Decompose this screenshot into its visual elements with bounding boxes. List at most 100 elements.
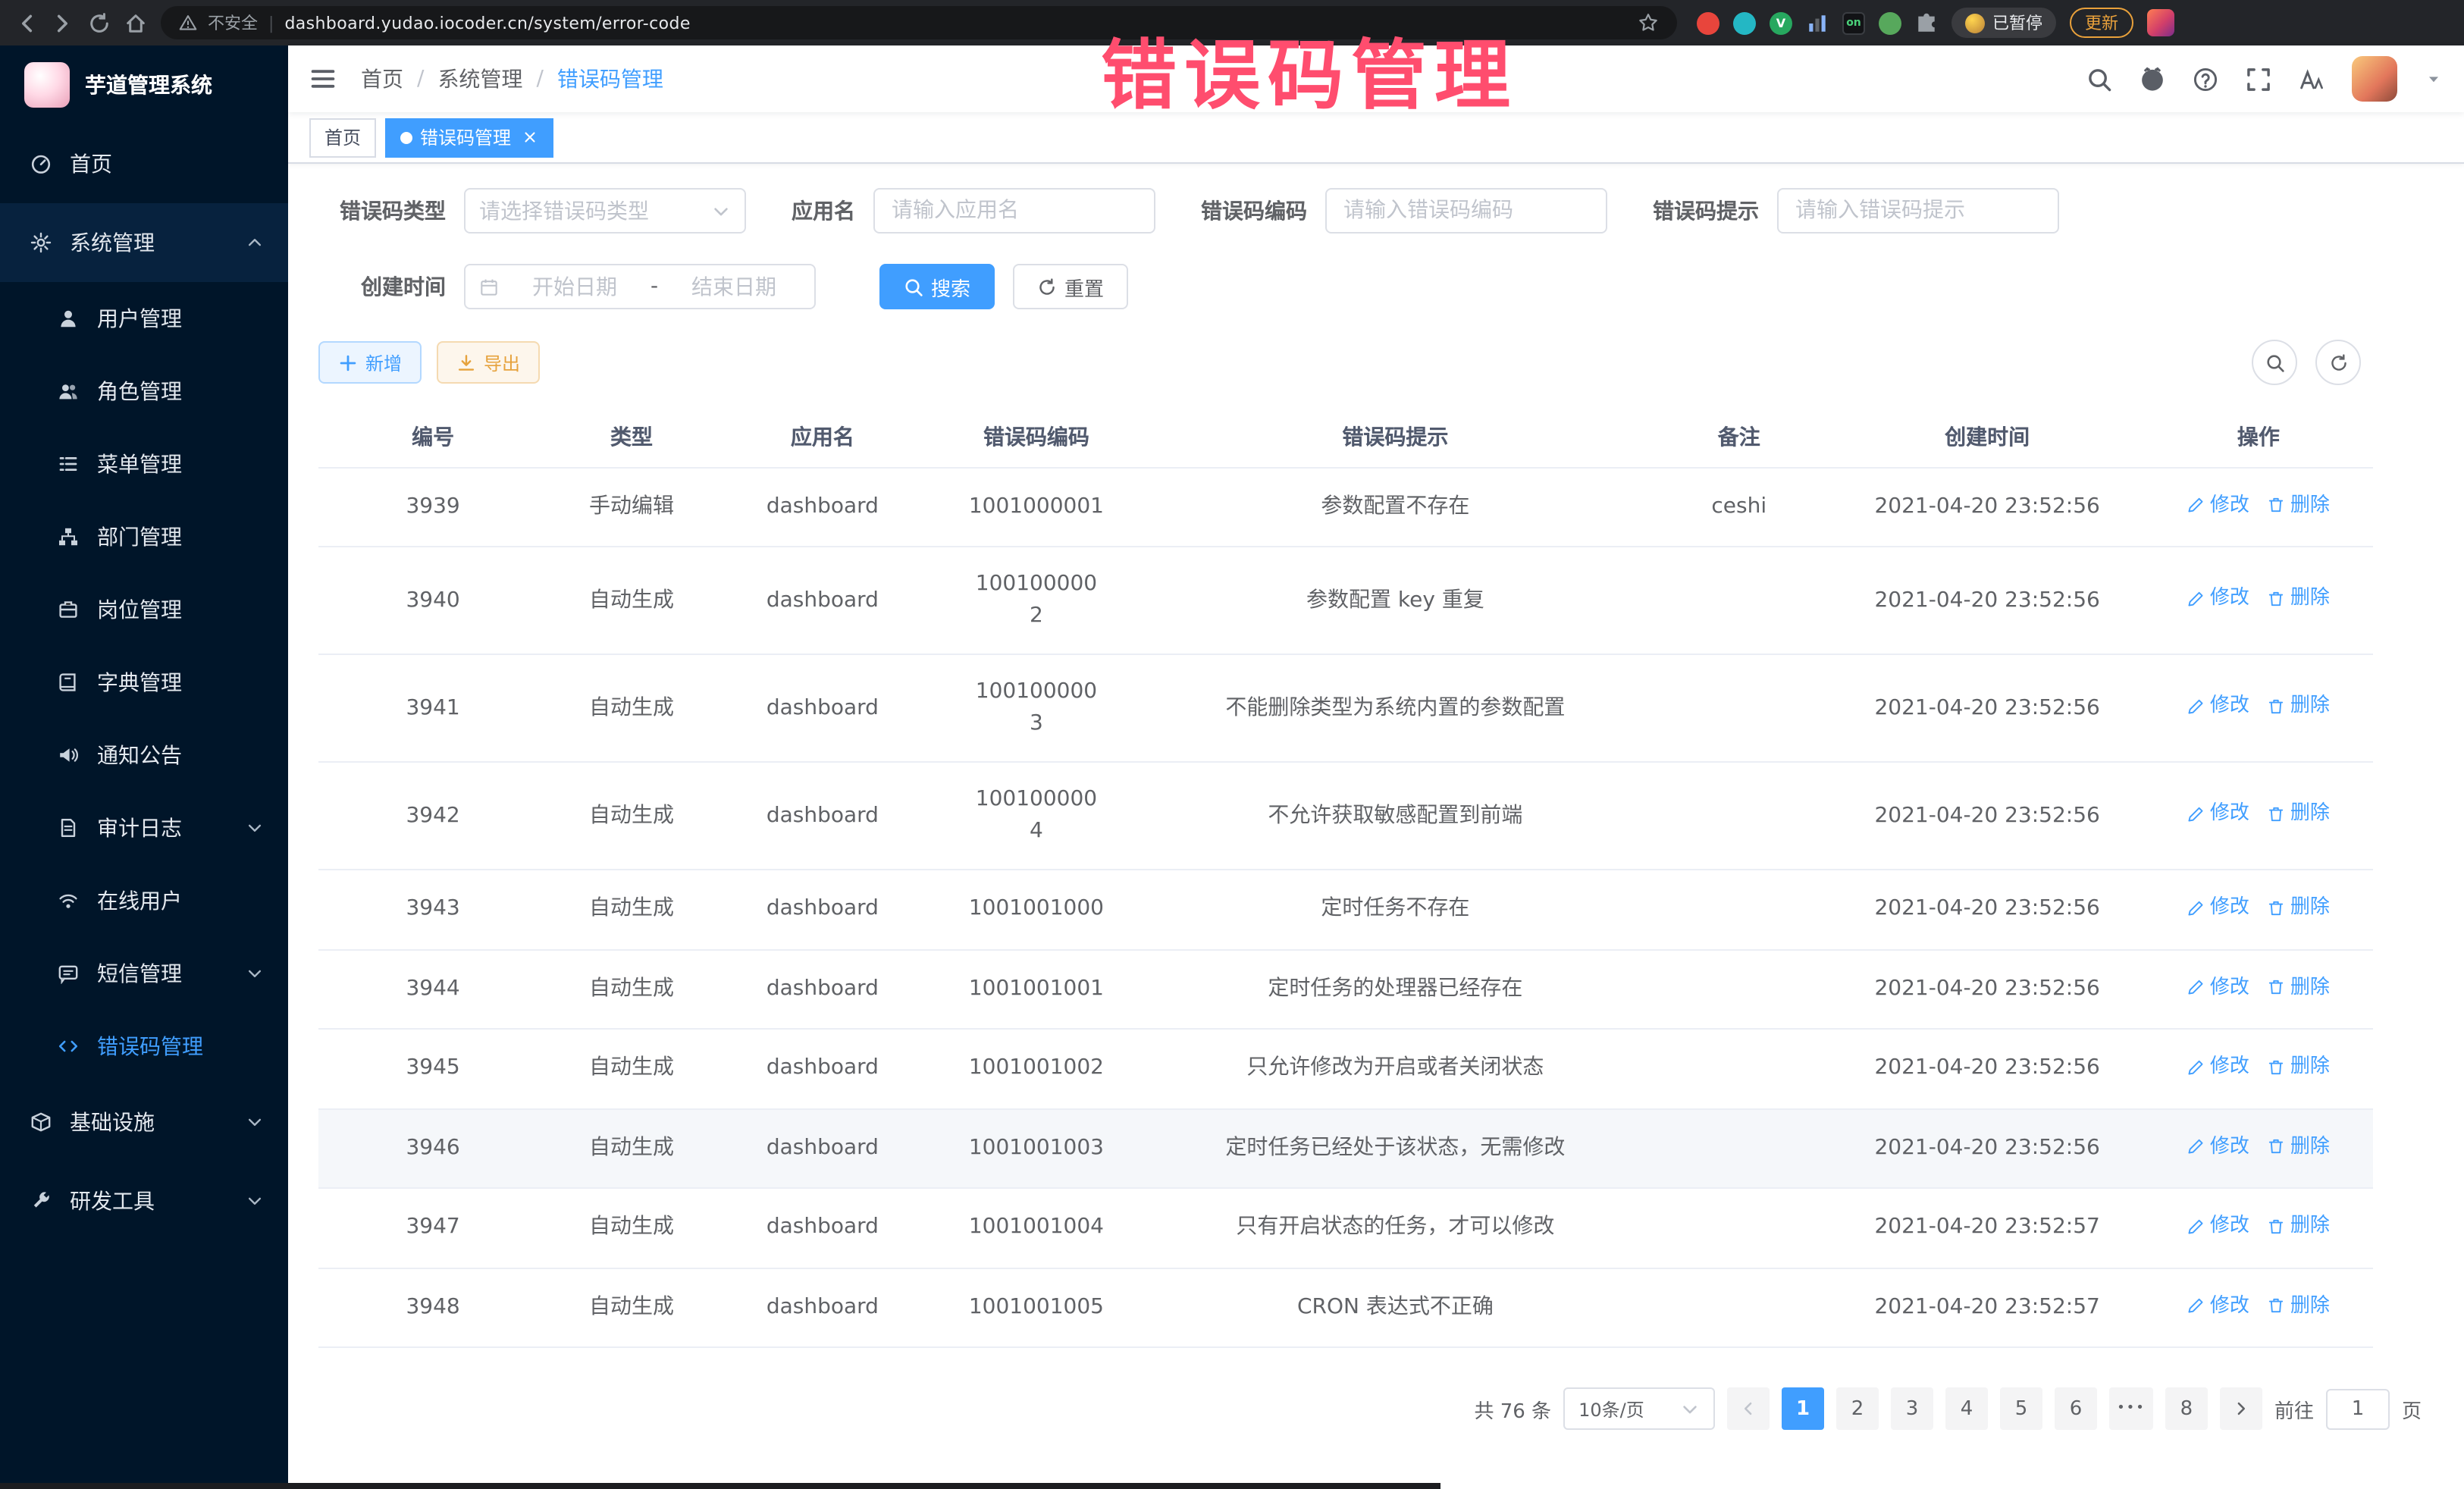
delete-link[interactable]: 删除 (2268, 1051, 2330, 1083)
toggle-search-button[interactable] (2252, 340, 2297, 385)
delete-link[interactable]: 删除 (2268, 691, 2330, 723)
edit-link[interactable]: 修改 (2187, 1051, 2249, 1083)
sidebar-item-role[interactable]: 角色管理 (0, 355, 288, 428)
pagination-more-button[interactable]: ••• (2109, 1387, 2153, 1430)
caret-down-icon[interactable] (2425, 70, 2443, 88)
cell-type: 自动生成 (547, 547, 716, 654)
browser-reload-icon[interactable] (88, 11, 111, 34)
delete-link[interactable]: 删除 (2268, 1130, 2330, 1162)
sidebar-item-user[interactable]: 用户管理 (0, 282, 288, 355)
sidebar-item-dept[interactable]: 部门管理 (0, 500, 288, 573)
app-name-input[interactable] (873, 188, 1155, 234)
delete-link[interactable]: 删除 (2268, 583, 2330, 615)
user-avatar[interactable] (2352, 56, 2397, 102)
add-button[interactable]: 新增 (318, 341, 422, 384)
help-icon[interactable] (2193, 66, 2218, 92)
extension-icon-chart[interactable] (1806, 11, 1829, 34)
search-button[interactable]: 搜索 (879, 264, 995, 309)
page-button-3[interactable]: 3 (1891, 1387, 1933, 1430)
page-button-5[interactable]: 5 (2000, 1387, 2042, 1430)
fullscreen-icon[interactable] (2246, 66, 2271, 92)
refresh-table-button[interactable] (2315, 340, 2361, 385)
error-code-input[interactable] (1325, 188, 1607, 234)
breadcrumb-system[interactable]: 系统管理 (437, 64, 522, 94)
edit-link[interactable]: 修改 (2187, 1290, 2249, 1321)
sidebar-item-post[interactable]: 岗位管理 (0, 573, 288, 646)
reset-button[interactable]: 重置 (1013, 264, 1128, 309)
page-button-2[interactable]: 2 (1836, 1387, 1879, 1430)
github-icon[interactable] (2140, 66, 2165, 92)
tab-error-code[interactable]: 错误码管理 (385, 118, 553, 157)
sidebar-item-label: 岗位管理 (97, 594, 182, 625)
browser-update-button[interactable]: 更新 (2070, 8, 2133, 38)
cell-hint: 只有开启状态的任务，才可以修改 (1143, 1188, 1647, 1268)
edit-link[interactable]: 修改 (2187, 1130, 2249, 1162)
cell-code: 100100000 2 (929, 547, 1143, 654)
extension-icon-red[interactable] (1697, 11, 1719, 34)
sidebar-item-notice[interactable]: 通知公告 (0, 719, 288, 792)
sidebar-item-sms[interactable]: 短信管理 (0, 937, 288, 1010)
edit-link[interactable]: 修改 (2187, 489, 2249, 521)
sidebar-item-dict[interactable]: 字典管理 (0, 646, 288, 719)
column-header: 创建时间 (1831, 406, 2144, 467)
next-page-button[interactable] (2220, 1387, 2262, 1430)
sidebar-item-online-user[interactable]: 在线用户 (0, 864, 288, 937)
font-size-icon[interactable] (2299, 66, 2324, 92)
edit-link[interactable]: 修改 (2187, 892, 2249, 923)
export-button[interactable]: 导出 (437, 341, 540, 384)
sidebar-item-home[interactable]: 首页 (0, 124, 288, 203)
extension-icon-on-badge[interactable]: on (1842, 11, 1865, 34)
browser-profile-avatar[interactable] (2147, 9, 2174, 36)
date-range-picker[interactable]: 开始日期 - 结束日期 (464, 264, 816, 309)
error-hint-input[interactable] (1777, 188, 2059, 234)
extensions-puzzle-icon[interactable] (1915, 11, 1938, 34)
edit-link[interactable]: 修改 (2187, 798, 2249, 830)
extensions-tray: V on (1697, 11, 1938, 34)
delete-link[interactable]: 删除 (2268, 1210, 2330, 1242)
breadcrumb-home[interactable]: 首页 (361, 64, 403, 94)
address-bar[interactable]: 不安全 | dashboard.yudao.iocoder.cn/system/… (161, 6, 1677, 39)
browser-home-icon[interactable] (124, 11, 147, 34)
edit-link[interactable]: 修改 (2187, 1210, 2249, 1242)
close-tab-icon[interactable] (522, 129, 538, 146)
delete-link[interactable]: 删除 (2268, 1290, 2330, 1321)
edit-icon (2187, 1217, 2205, 1235)
delete-link[interactable]: 删除 (2268, 798, 2330, 830)
profile-paused-chip[interactable]: 已暂停 (1951, 8, 2056, 38)
sidebar-item-audit-log[interactable]: 审计日志 (0, 792, 288, 864)
error-type-select[interactable]: 请选择错误码类型 (464, 188, 746, 234)
extension-icon-leaf[interactable] (1879, 11, 1901, 34)
delete-link[interactable]: 删除 (2268, 892, 2330, 923)
cell-id: 3945 (318, 1029, 547, 1108)
browser-forward-icon[interactable] (52, 11, 74, 34)
sidebar-item-infra[interactable]: 基础设施 (0, 1083, 288, 1161)
page-size-select[interactable]: 10条/页 (1563, 1387, 1715, 1430)
tab-home[interactable]: 首页 (309, 118, 376, 157)
extension-icon-teal[interactable] (1733, 11, 1756, 34)
hamburger-icon[interactable] (309, 65, 337, 92)
sidebar-item-devtools[interactable]: 研发工具 (0, 1161, 288, 1240)
cell-code: 1001001005 (929, 1268, 1143, 1347)
breadcrumb-current: 错误码管理 (557, 64, 663, 94)
page-button-8[interactable]: 8 (2165, 1387, 2208, 1430)
extension-icon-green-v[interactable]: V (1770, 11, 1792, 34)
sidebar-item-menu[interactable]: 菜单管理 (0, 428, 288, 500)
sidebar-item-error-code[interactable]: 错误码管理 (0, 1010, 288, 1083)
bookmark-star-icon[interactable] (1638, 12, 1659, 33)
page-button-1[interactable]: 1 (1782, 1387, 1824, 1430)
edit-link[interactable]: 修改 (2187, 691, 2249, 723)
goto-page-input[interactable] (2326, 1388, 2390, 1429)
search-icon[interactable] (2086, 66, 2112, 92)
delete-link[interactable]: 删除 (2268, 489, 2330, 521)
cell-id: 3947 (318, 1188, 547, 1268)
delete-link[interactable]: 删除 (2268, 971, 2330, 1003)
app-logo[interactable]: 芋道管理系统 (0, 45, 288, 124)
page-button-4[interactable]: 4 (1945, 1387, 1988, 1430)
prev-page-button[interactable] (1727, 1387, 1770, 1430)
edit-link[interactable]: 修改 (2187, 583, 2249, 615)
edit-link[interactable]: 修改 (2187, 971, 2249, 1003)
page-button-6[interactable]: 6 (2055, 1387, 2097, 1430)
box-icon (30, 1111, 52, 1133)
sidebar-item-system[interactable]: 系统管理 (0, 203, 288, 282)
browser-back-icon[interactable] (15, 11, 38, 34)
